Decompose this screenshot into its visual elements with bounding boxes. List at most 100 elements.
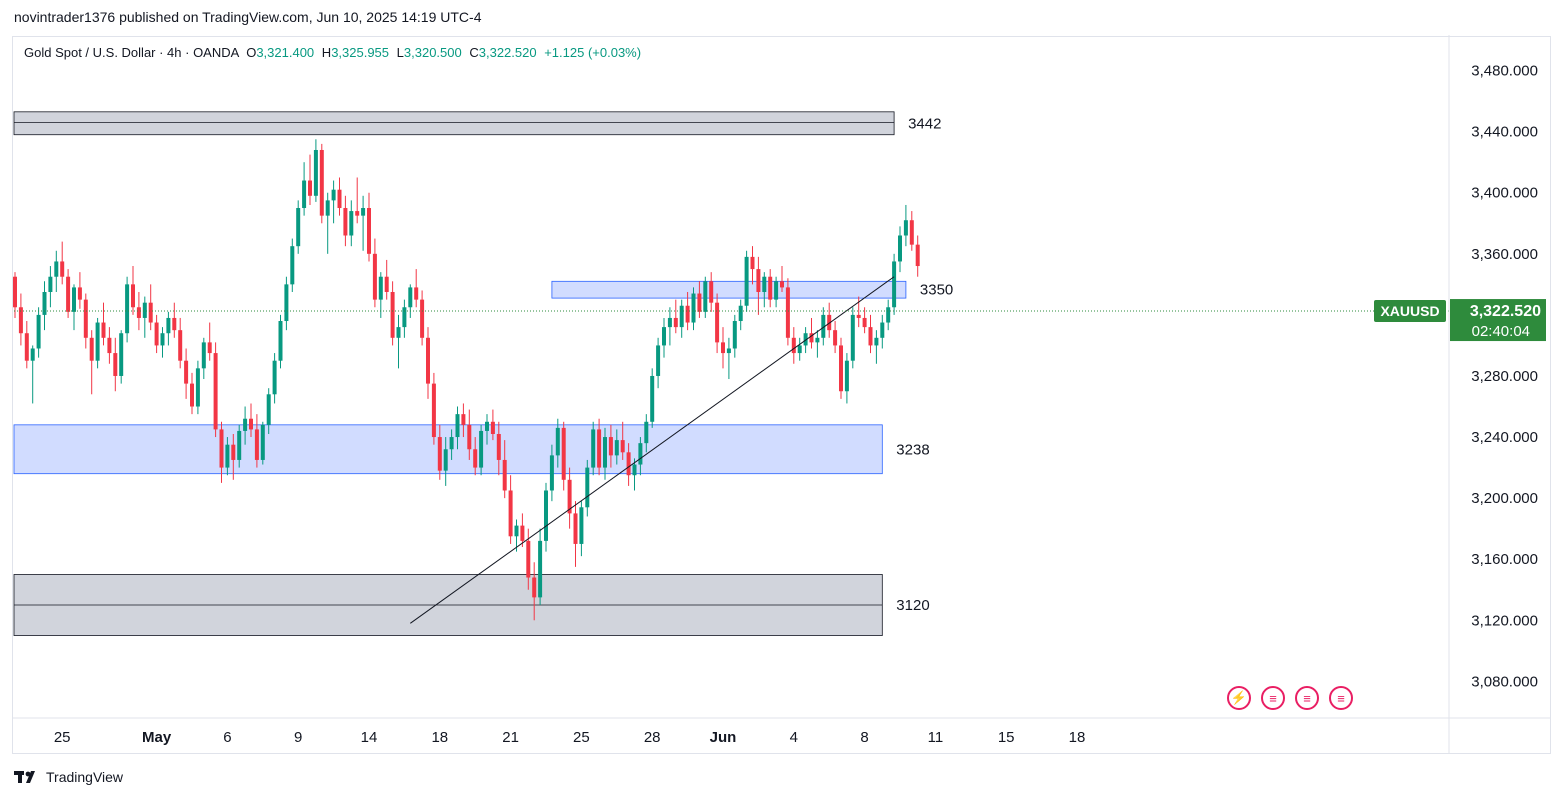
candle-up — [555, 427, 560, 456]
candle-up — [732, 321, 737, 349]
tradingview-brand[interactable]: TradingView — [46, 769, 123, 785]
candle-down — [178, 330, 183, 361]
y-tick-label: 3,360.000 — [1471, 246, 1538, 263]
candle-up — [726, 348, 731, 354]
candle-up — [266, 394, 271, 425]
candle-down — [431, 383, 436, 438]
candle-up — [662, 327, 666, 346]
candle-up — [886, 307, 891, 323]
candle-up — [36, 314, 41, 349]
candle-down — [839, 345, 843, 392]
candle-down — [343, 208, 348, 236]
x-tick-label: 21 — [502, 729, 519, 746]
candle-down — [337, 189, 342, 209]
us-flag-icon[interactable]: ≡ — [1295, 686, 1319, 710]
candle-down — [207, 342, 212, 354]
candle-down — [915, 244, 920, 267]
candle-down — [437, 437, 442, 471]
candle-up — [703, 281, 708, 312]
candle-up — [30, 348, 35, 361]
candle-down — [66, 276, 71, 312]
candle-down — [608, 437, 613, 456]
lightning-flag-icon[interactable]: ⚡ — [1227, 686, 1251, 710]
x-tick-label: 14 — [361, 729, 378, 746]
candle-down — [219, 429, 224, 468]
candle-down — [89, 337, 94, 361]
candle-down — [620, 440, 625, 453]
candle-down — [508, 490, 513, 537]
y-tick-label: 3,480.000 — [1471, 63, 1538, 80]
candle-down — [750, 256, 755, 270]
candle-down — [231, 444, 236, 460]
price-chart[interactable]: 3442 3350 3238 3120 3,080.000 3,120.000 3,160.… — [0, 0, 1563, 800]
candle-down — [148, 302, 153, 323]
x-tick-label: Jun — [710, 729, 737, 746]
y-tick-label: 3,120.000 — [1471, 612, 1538, 629]
candle-down — [862, 317, 867, 328]
zone-3442 — [13, 111, 895, 136]
symbol-tag-text: XAUUSD — [1380, 303, 1439, 319]
candle-down — [77, 287, 82, 300]
x-tick-label: 6 — [223, 729, 231, 746]
candle-up — [880, 322, 885, 338]
candle-down — [768, 276, 773, 300]
zone-label-3120: 3120 — [896, 597, 929, 614]
y-tick-label: 3,400.000 — [1471, 185, 1538, 202]
us-flag-icon[interactable]: ≡ — [1261, 686, 1285, 710]
candle-down — [131, 284, 135, 308]
x-tick-label: 4 — [790, 729, 798, 746]
candle-up — [278, 321, 283, 361]
candle-down — [909, 220, 914, 245]
candle-down — [526, 540, 531, 578]
candle-up — [844, 360, 849, 392]
candle-up — [237, 430, 242, 460]
candle-down — [785, 287, 790, 338]
candle-down — [60, 261, 65, 277]
candle-down — [709, 281, 714, 303]
x-tick-label: 15 — [998, 729, 1015, 746]
candle-down — [561, 427, 566, 480]
candle-down — [184, 360, 189, 384]
candle-up — [667, 317, 672, 328]
candle-up — [544, 490, 548, 541]
zone-label-3442: 3442 — [908, 115, 941, 132]
candle-down — [24, 333, 29, 361]
candle-down — [461, 414, 466, 425]
candle-up — [591, 429, 596, 468]
candle-up — [903, 220, 908, 236]
candle-up — [744, 256, 749, 306]
candle-up — [331, 189, 336, 201]
x-tick-label: 11 — [928, 729, 944, 746]
candle-up — [225, 444, 230, 468]
candle-up — [290, 246, 295, 285]
us-flag-icon[interactable]: ≡ — [1329, 686, 1353, 710]
candle-down — [13, 276, 17, 308]
candle-up — [603, 437, 607, 468]
candle-up — [549, 455, 554, 491]
x-tick-label: 8 — [860, 729, 868, 746]
candle-down — [721, 342, 725, 354]
candle-down — [367, 208, 371, 254]
zone-label-3350: 3350 — [920, 282, 953, 299]
tradingview-logo-icon[interactable] — [14, 770, 40, 784]
candle-down — [83, 299, 88, 338]
y-tick-label: 3,160.000 — [1471, 551, 1538, 568]
candle-down — [172, 317, 177, 331]
candle-down — [213, 353, 218, 430]
y-tick-label: 3,200.000 — [1471, 490, 1538, 507]
zone-3350 — [551, 280, 907, 299]
candle-up — [585, 467, 590, 508]
candle-up — [378, 276, 383, 300]
candle-down — [249, 418, 253, 430]
candle-up — [656, 345, 661, 376]
candle-up — [119, 333, 124, 376]
candle-up — [195, 368, 200, 407]
candle-down — [107, 337, 112, 354]
candle-up — [632, 464, 637, 476]
candle-down — [532, 577, 537, 598]
candle-up — [443, 449, 448, 471]
candle-up — [284, 284, 289, 322]
x-tick-label: 9 — [294, 729, 302, 746]
x-tick-label: 25 — [54, 729, 71, 746]
candle-up — [349, 211, 354, 236]
